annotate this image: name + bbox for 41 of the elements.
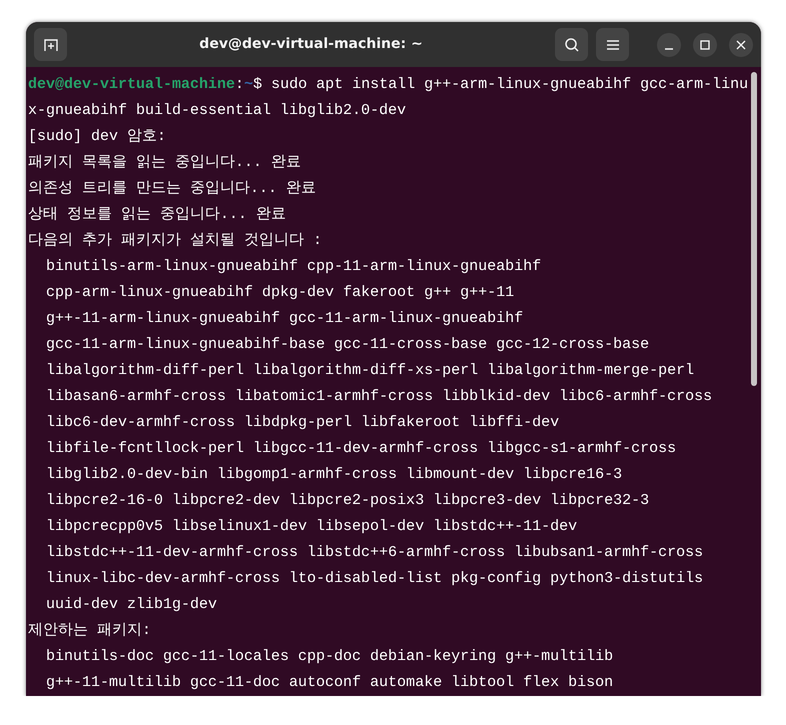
output-line: libglib2.0-dev-bin libgomp1-armhf-cross libmount-dev libpcre16-3 <box>45 466 622 483</box>
output-line: cpp-arm-linux-gnueabihf dpkg-dev fakeroot g++ g++-11 <box>45 284 514 301</box>
output-line: libasan6-armhf-cross libatomic1-armhf-cross libblkid-dev libc6-armhf-cross <box>45 388 712 405</box>
output-line: x-gnueabihf build-essential libglib2.0-dev <box>28 102 406 119</box>
output-line: binutils-arm-linux-gnueabihf cpp-11-arm-linux-gnueabihf <box>45 258 542 275</box>
scrollbar-thumb[interactable] <box>751 72 757 386</box>
output-line: [sudo] dev 암호: <box>28 128 166 145</box>
output-line: libalgorithm-diff-perl libalgorithm-diff-xs-perl libalgorithm-merge-perl <box>45 362 694 379</box>
prompt-path: ~ <box>244 76 254 93</box>
output-line: gcc-11-arm-linux-gnueabihf-base gcc-11-cross-base gcc-12-cross-base <box>45 336 650 353</box>
maximize-button[interactable] <box>693 32 717 56</box>
output-line: binutils-doc gcc-11-locales cpp-doc debian-keyring g++-multilib <box>45 648 614 665</box>
close-button[interactable] <box>729 32 753 56</box>
minimize-icon <box>665 48 673 50</box>
window-title: dev@dev-virtual-machine: ~ <box>199 35 423 54</box>
new-tab-button[interactable] <box>34 28 67 61</box>
search-icon <box>564 36 580 52</box>
output-line: 제안하는 패키지: <box>28 622 152 639</box>
search-button[interactable] <box>555 28 588 61</box>
output-line: 패키지 목록을 읽는 중입니다... 완료 <box>28 154 302 171</box>
output-line: libpcrecpp0v5 libselinux1-dev libsepol-dev libstdc++-11-dev <box>45 518 578 535</box>
output-line: libc6-dev-armhf-cross libdpkg-perl libfakeroot libffi-dev <box>45 414 560 431</box>
menu-button[interactable] <box>596 28 629 61</box>
maximize-icon <box>700 40 710 50</box>
output-line: uuid-dev zlib1g-dev <box>45 596 218 613</box>
output-line: g++-11-arm-linux-gnueabihf gcc-11-arm-linux-gnueabihf <box>45 310 524 327</box>
minimize-button[interactable] <box>657 32 681 56</box>
prompt-user-host: dev@dev-virtual-machine <box>28 76 236 93</box>
output-line: libfile-fcntllock-perl libgcc-11-dev-armhf-cross libgcc-s1-armhf-cross <box>45 440 676 457</box>
close-icon <box>736 40 746 50</box>
menu-icon <box>606 38 620 50</box>
output-line: g++-11-multilib gcc-11-doc autoconf automake libtool flex bison <box>45 674 614 691</box>
command-text: $ sudo apt install g++-arm-linux-gnueabihf gcc-arm-linu <box>253 76 748 93</box>
prompt-separator: : <box>235 76 244 93</box>
new-tab-icon <box>42 36 58 52</box>
output-line: 다음의 추가 패키지가 설치될 것입니다 : <box>28 232 322 249</box>
output-line: libstdc++-11-dev-armhf-cross libstdc++6-armhf-cross libubsan1-armhf-cross <box>45 544 704 561</box>
output-line: linux-libc-dev-armhf-cross lto-disabled-list pkg-config python3-distutils <box>45 570 704 587</box>
output-line: 의존성 트리를 만드는 중입니다... 완료 <box>28 180 316 197</box>
output-line: libpcre2-16-0 libpcre2-dev libpcre2-posix3 libpcre3-dev libpcre32-3 <box>45 492 650 509</box>
output-line: 상태 정보를 읽는 중입니다... 완료 <box>28 206 286 223</box>
